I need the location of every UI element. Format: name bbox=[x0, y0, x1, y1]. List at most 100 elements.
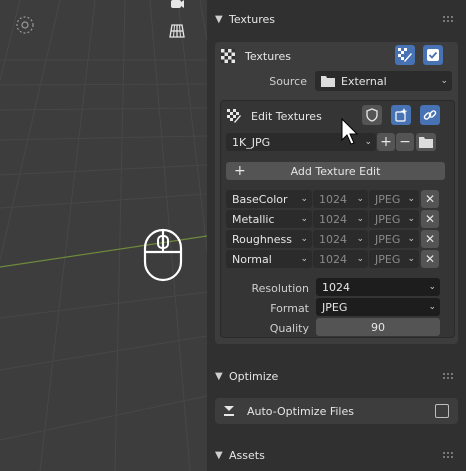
new-file-icon bbox=[395, 108, 408, 122]
texture-channel-dropdown[interactable]: Normal ⌄ bbox=[226, 250, 312, 268]
mouse-icon bbox=[143, 228, 183, 285]
texture-paint-icon bbox=[398, 48, 412, 62]
textures-label: Textures bbox=[245, 49, 291, 63]
textures-panel-header[interactable]: ▼ Textures bbox=[215, 8, 458, 30]
edit-textures-box: Edit Textures 1K_JPG ⌄ + − + Add Texture… bbox=[220, 100, 455, 338]
link-button[interactable] bbox=[420, 105, 440, 125]
quality-label: Quality bbox=[269, 322, 309, 335]
chevron-down-icon: ⌄ bbox=[407, 234, 415, 244]
link-icon bbox=[423, 110, 437, 120]
texture-format-value: JPEG bbox=[375, 232, 401, 246]
close-icon: ✕ bbox=[424, 212, 436, 226]
assets-panel-header[interactable]: ▼ Assets bbox=[215, 444, 458, 466]
chevron-down-icon: ▼ bbox=[215, 370, 223, 382]
checkmark-icon bbox=[427, 49, 439, 61]
textures-subheader: Textures bbox=[221, 45, 291, 67]
mouse-cursor-icon bbox=[341, 118, 359, 145]
texture-size-dropdown[interactable]: 1024 ⌄ bbox=[313, 230, 368, 248]
properties-sidebar: ▼ Textures Textures Source External ⌄ Ed… bbox=[207, 0, 466, 471]
auto-optimize-icon bbox=[224, 406, 234, 416]
optimize-panel: Auto-Optimize Files bbox=[215, 398, 458, 424]
chevron-down-icon: ⌄ bbox=[407, 214, 415, 224]
texture-channel-dropdown[interactable]: Metallic ⌄ bbox=[226, 210, 312, 228]
chevron-down-icon: ⌄ bbox=[407, 194, 415, 204]
chevron-down-icon: ⌄ bbox=[356, 194, 364, 204]
remove-preset-button[interactable]: − bbox=[396, 133, 414, 151]
source-value: External bbox=[341, 74, 387, 88]
add-preset-button[interactable]: + bbox=[377, 133, 395, 151]
texture-channel-dropdown[interactable]: BaseColor ⌄ bbox=[226, 190, 312, 208]
textures-panel-title: Textures bbox=[229, 12, 275, 26]
edit-checker-icon bbox=[227, 109, 241, 123]
format-dropdown[interactable]: JPEG ⌄ bbox=[316, 298, 440, 316]
chevron-down-icon: ⌄ bbox=[300, 214, 308, 224]
texture-format-value: JPEG bbox=[375, 192, 401, 206]
texture-format-value: JPEG bbox=[375, 212, 401, 226]
resolution-label: Resolution bbox=[251, 282, 309, 295]
resolution-value: 1024 bbox=[322, 280, 350, 294]
texture-mode-button[interactable] bbox=[395, 45, 415, 65]
minus-icon: − bbox=[399, 134, 411, 150]
chevron-down-icon: ⌄ bbox=[364, 137, 372, 147]
checker-texture-icon bbox=[221, 49, 235, 63]
chevron-down-icon: ▼ bbox=[215, 13, 223, 25]
texture-size-dropdown[interactable]: 1024 ⌄ bbox=[313, 190, 368, 208]
remove-texture-button[interactable]: ✕ bbox=[421, 230, 439, 248]
drag-grip-icon[interactable] bbox=[442, 15, 454, 23]
texture-size-value: 1024 bbox=[319, 232, 347, 246]
quality-slider[interactable]: 90 bbox=[316, 318, 440, 336]
source-dropdown[interactable]: External ⌄ bbox=[315, 71, 452, 91]
drag-grip-icon[interactable] bbox=[442, 372, 454, 380]
add-texture-edit-button[interactable]: + Add Texture Edit bbox=[226, 162, 445, 180]
close-icon: ✕ bbox=[424, 232, 436, 246]
chevron-down-icon: ⌄ bbox=[428, 282, 436, 292]
preset-folder-button[interactable] bbox=[416, 133, 436, 151]
remove-texture-button[interactable]: ✕ bbox=[421, 210, 439, 228]
plus-icon: + bbox=[380, 134, 392, 150]
optimize-panel-header[interactable]: ▼ Optimize bbox=[215, 365, 458, 387]
fake-user-button[interactable] bbox=[362, 105, 382, 125]
quality-value: 90 bbox=[371, 320, 385, 334]
remove-texture-button[interactable]: ✕ bbox=[421, 190, 439, 208]
texture-channel-name: Roughness bbox=[232, 232, 293, 246]
chevron-down-icon: ⌄ bbox=[300, 254, 308, 264]
texture-channel-name: BaseColor bbox=[232, 192, 288, 206]
textures-panel: Textures Source External ⌄ Edit Textures… bbox=[215, 42, 458, 344]
texture-size-value: 1024 bbox=[319, 192, 347, 206]
chevron-down-icon: ▼ bbox=[215, 449, 223, 461]
folder-icon bbox=[419, 137, 433, 148]
drag-grip-icon[interactable] bbox=[442, 451, 454, 459]
texture-channel-dropdown[interactable]: Roughness ⌄ bbox=[226, 230, 312, 248]
textures-enable-checkbox[interactable] bbox=[423, 45, 443, 65]
optimize-panel-title: Optimize bbox=[229, 369, 279, 383]
resolution-dropdown[interactable]: 1024 ⌄ bbox=[316, 278, 440, 296]
viewport-3d[interactable] bbox=[0, 0, 207, 471]
add-texture-edit-label: Add Texture Edit bbox=[290, 164, 381, 178]
format-value: JPEG bbox=[322, 300, 348, 314]
chevron-down-icon: ⌄ bbox=[428, 302, 436, 312]
texture-channel-name: Normal bbox=[232, 252, 272, 266]
chevron-down-icon: ⌄ bbox=[356, 234, 364, 244]
chevron-down-icon: ⌄ bbox=[356, 214, 364, 224]
texture-channel-name: Metallic bbox=[232, 212, 275, 226]
texture-size-dropdown[interactable]: 1024 ⌄ bbox=[313, 210, 368, 228]
texture-format-dropdown[interactable]: JPEG ⌄ bbox=[369, 210, 419, 228]
texture-size-value: 1024 bbox=[319, 252, 347, 266]
texture-format-dropdown[interactable]: JPEG ⌄ bbox=[369, 250, 419, 268]
close-icon: ✕ bbox=[424, 192, 436, 206]
texture-format-dropdown[interactable]: JPEG ⌄ bbox=[369, 230, 419, 248]
source-label: Source bbox=[269, 75, 307, 88]
auto-optimize-checkbox[interactable] bbox=[435, 404, 449, 418]
folder-icon bbox=[321, 76, 335, 87]
texture-format-dropdown[interactable]: JPEG ⌄ bbox=[369, 190, 419, 208]
format-label: Format bbox=[270, 302, 309, 315]
remove-texture-button[interactable]: ✕ bbox=[421, 250, 439, 268]
edit-textures-label: Edit Textures bbox=[251, 109, 322, 123]
auto-optimize-row: Auto-Optimize Files bbox=[223, 400, 354, 422]
grid-view-icon[interactable] bbox=[166, 20, 188, 42]
new-edit-button[interactable] bbox=[391, 105, 411, 125]
gizmo-icon[interactable] bbox=[14, 14, 36, 36]
camera-icon[interactable] bbox=[166, 0, 188, 12]
texture-format-value: JPEG bbox=[375, 252, 401, 266]
texture-size-dropdown[interactable]: 1024 ⌄ bbox=[313, 250, 368, 268]
